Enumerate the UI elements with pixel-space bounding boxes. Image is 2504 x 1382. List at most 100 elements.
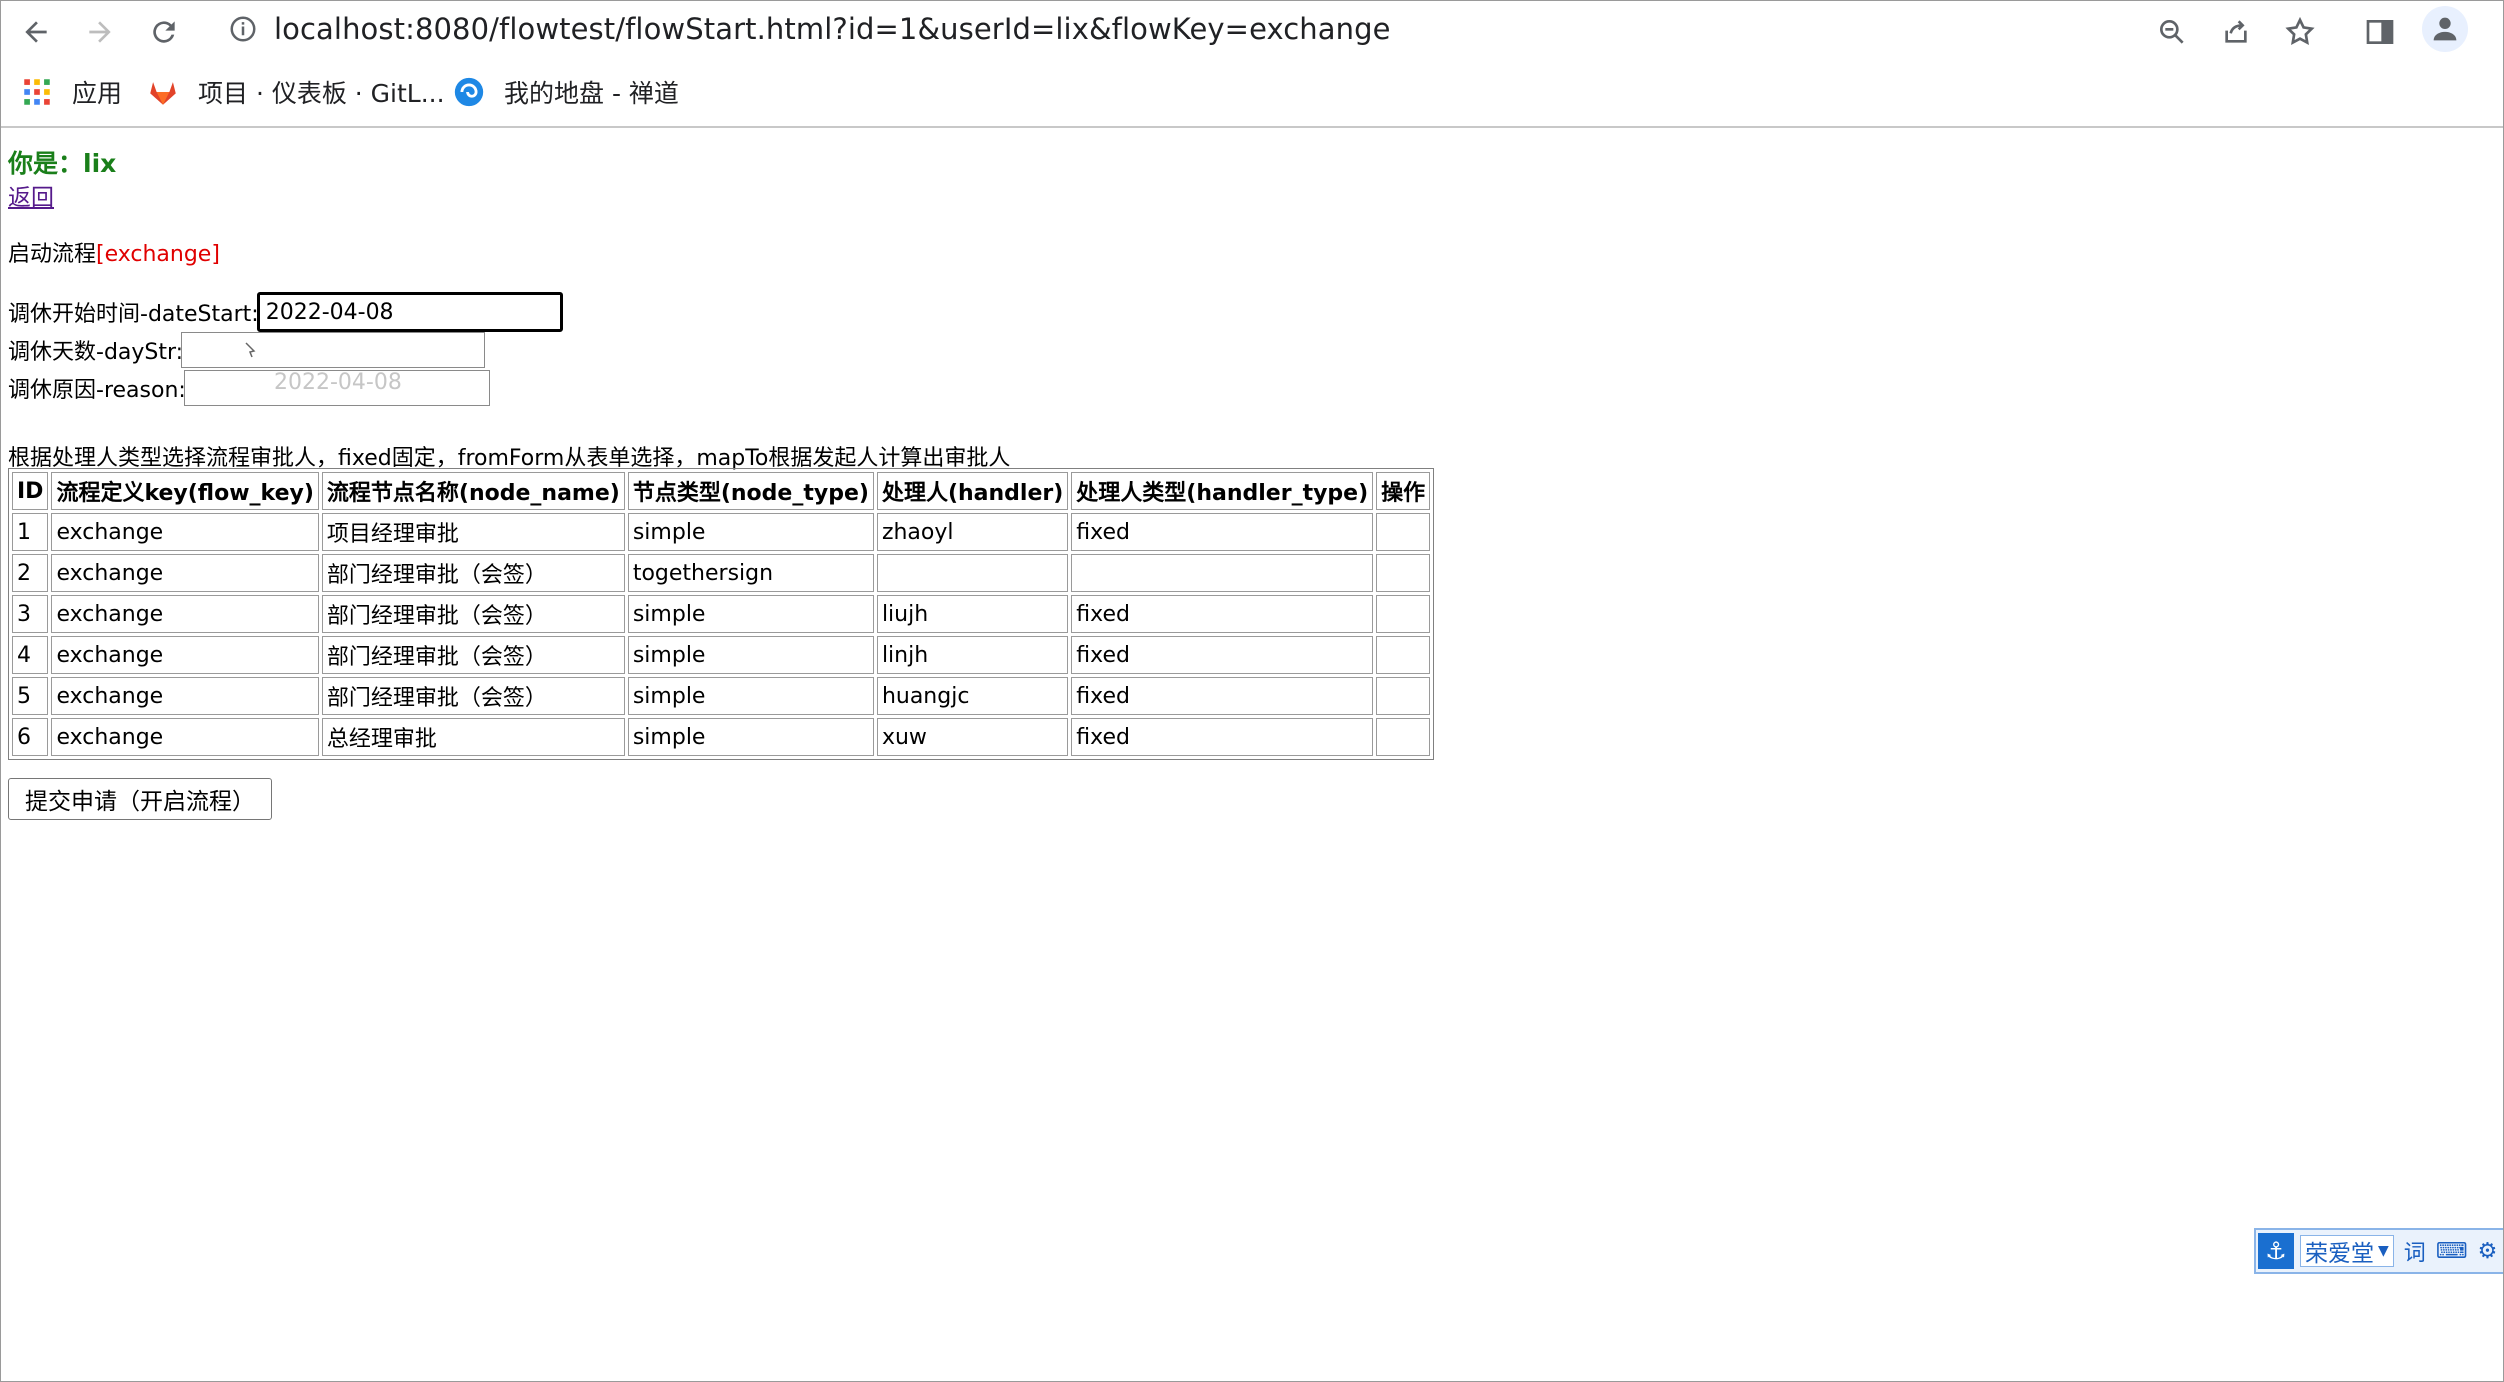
header-handler: 处理人(handler) xyxy=(876,472,1069,510)
header-handler-type: 处理人类型(handler_type) xyxy=(1071,472,1374,510)
ime-toolbar[interactable]: ⚓ 荣爱堂 ▼ 词 ⌨ ⚙ xyxy=(2254,1228,2504,1274)
cell-node-type: togethersign xyxy=(627,554,874,592)
cell-handler-type: fixed xyxy=(1071,513,1374,551)
bookmark-label: 项目 · 仪表板 · GitL... xyxy=(198,79,445,108)
cell-action[interactable] xyxy=(1376,718,1431,756)
submit-start-flow-button[interactable]: 提交申请（开启流程） xyxy=(8,778,272,820)
ime-anchor-icon[interactable]: ⚓ xyxy=(2258,1233,2294,1269)
table-row: 4 exchange 部门经理审批（会签） simple linjh fixed xyxy=(12,636,1431,674)
cell-handler-type: fixed xyxy=(1071,595,1374,633)
flow-key-text: [exchange] xyxy=(96,242,220,267)
day-str-input[interactable] xyxy=(181,332,486,368)
start-flow-title: 启动流程[exchange] xyxy=(8,236,220,268)
cell-node-type: simple xyxy=(627,513,874,551)
header-flow-key: 流程定义key(flow_key) xyxy=(51,472,319,510)
site-info-icon[interactable] xyxy=(228,14,258,44)
cell-node-type: simple xyxy=(627,718,874,756)
cell-id: 6 xyxy=(12,718,49,756)
ime-word-button[interactable]: 词 xyxy=(2404,1235,2426,1267)
header-node-type: 节点类型(node_type) xyxy=(627,472,874,510)
cell-node-name: 部门经理审批（会签） xyxy=(321,677,625,715)
table-row: 1 exchange 项目经理审批 simple zhaoyl fixed xyxy=(12,513,1431,551)
autofill-suggestion[interactable]: 2022-04-08 xyxy=(274,370,402,395)
cell-id: 4 xyxy=(12,636,49,674)
back-link[interactable]: 返回 xyxy=(8,178,54,212)
share-icon[interactable] xyxy=(2214,10,2258,54)
cell-flow-key: exchange xyxy=(51,636,319,674)
table-row: 3 exchange 部门经理审批（会签） simple liujh fixed xyxy=(12,595,1431,633)
zentao-icon xyxy=(454,77,484,107)
reason-label: 调休原因-reason: xyxy=(8,378,186,403)
cell-handler: linjh xyxy=(876,636,1069,674)
cell-node-name: 部门经理审批（会签） xyxy=(321,636,625,674)
cell-flow-key: exchange xyxy=(51,595,319,633)
cell-handler: liujh xyxy=(876,595,1069,633)
cell-handler-type: fixed xyxy=(1071,677,1374,715)
cell-handler: huangjc xyxy=(876,677,1069,715)
cell-id: 1 xyxy=(12,513,49,551)
bookmark-gitlab[interactable]: 项目 · 仪表板 · GitL... xyxy=(146,72,445,112)
cell-handler: xuw xyxy=(876,718,1069,756)
table-row: 6 exchange 总经理审批 simple xuw fixed xyxy=(12,718,1431,756)
cell-action[interactable] xyxy=(1376,595,1431,633)
cell-handler-type: fixed xyxy=(1071,636,1374,674)
start-flow-label: 启动流程 xyxy=(8,242,97,267)
bookmark-label: 应用 xyxy=(72,79,123,108)
ime-name-text: 荣爱堂 xyxy=(2305,1241,2374,1267)
chevron-down-icon: ▼ xyxy=(2378,1243,2389,1259)
cell-id: 5 xyxy=(12,677,49,715)
cell-id: 3 xyxy=(12,595,49,633)
flow-nodes-table: ID 流程定义key(flow_key) 流程节点名称(node_name) 节… xyxy=(8,468,1435,760)
gitlab-icon xyxy=(150,82,176,105)
keyboard-icon[interactable]: ⌨ xyxy=(2436,1239,2468,1264)
side-panel-icon[interactable] xyxy=(2358,10,2402,54)
date-start-row: 调休开始时间-dateStart: xyxy=(8,292,563,332)
cell-node-name: 部门经理审批（会签） xyxy=(321,595,625,633)
cell-action[interactable] xyxy=(1376,513,1431,551)
header-id: ID xyxy=(12,472,49,510)
back-arrow-icon[interactable] xyxy=(14,10,58,54)
url-text[interactable]: localhost:8080/flowtest/flowStart.html?i… xyxy=(274,12,1391,46)
bookmark-label: 我的地盘 - 禅道 xyxy=(504,79,679,108)
cell-action[interactable] xyxy=(1376,677,1431,715)
cell-flow-key: exchange xyxy=(51,718,319,756)
header-action: 操作 xyxy=(1376,472,1431,510)
zoom-icon[interactable] xyxy=(2150,10,2194,54)
reload-icon[interactable] xyxy=(142,10,186,54)
bookmark-apps[interactable]: 应用 xyxy=(20,72,122,112)
cell-node-name: 部门经理审批（会签） xyxy=(321,554,625,592)
cell-node-type: simple xyxy=(627,636,874,674)
apps-grid-icon xyxy=(24,79,50,105)
cell-handler-type xyxy=(1071,554,1374,592)
ime-settings-icon[interactable]: ⚙ xyxy=(2478,1239,2498,1264)
cell-flow-key: exchange xyxy=(51,554,319,592)
reason-row: 调休原因-reason: xyxy=(8,370,490,406)
cell-action[interactable] xyxy=(1376,554,1431,592)
ime-name-select[interactable]: 荣爱堂 ▼ xyxy=(2300,1235,2394,1267)
profile-avatar-icon[interactable] xyxy=(2422,6,2468,52)
cell-node-type: simple xyxy=(627,595,874,633)
cell-handler-type: fixed xyxy=(1071,718,1374,756)
forward-arrow-icon[interactable] xyxy=(78,10,122,54)
date-start-input[interactable] xyxy=(256,292,563,332)
user-greeting: 你是：lix xyxy=(8,149,117,178)
table-row: 2 exchange 部门经理审批（会签） togethersign xyxy=(12,554,1431,592)
cell-handler: zhaoyl xyxy=(876,513,1069,551)
cell-node-name: 项目经理审批 xyxy=(321,513,625,551)
cell-id: 2 xyxy=(12,554,49,592)
date-start-label: 调休开始时间-dateStart: xyxy=(8,302,259,327)
address-bar[interactable]: localhost:8080/flowtest/flowStart.html?i… xyxy=(218,6,2168,52)
cell-flow-key: exchange xyxy=(51,677,319,715)
table-header-row: ID 流程定义key(flow_key) 流程节点名称(node_name) 节… xyxy=(12,472,1431,510)
header-node-name: 流程节点名称(node_name) xyxy=(321,472,625,510)
bookmark-zentao[interactable]: 我的地盘 - 禅道 xyxy=(452,72,679,112)
bookmarks-bar: 应用 项目 · 仪表板 · GitL... 我的地盘 - 禅道 xyxy=(0,62,2504,128)
cell-handler xyxy=(876,554,1069,592)
cell-action[interactable] xyxy=(1376,636,1431,674)
day-str-label: 调休天数-dayStr: xyxy=(8,340,184,365)
table-row: 5 exchange 部门经理审批（会签） simple huangjc fix… xyxy=(12,677,1431,715)
browser-toolbar: localhost:8080/flowtest/flowStart.html?i… xyxy=(0,0,2504,62)
cell-node-name: 总经理审批 xyxy=(321,718,625,756)
bookmark-star-icon[interactable] xyxy=(2278,10,2322,54)
mouse-cursor-icon xyxy=(245,342,256,358)
